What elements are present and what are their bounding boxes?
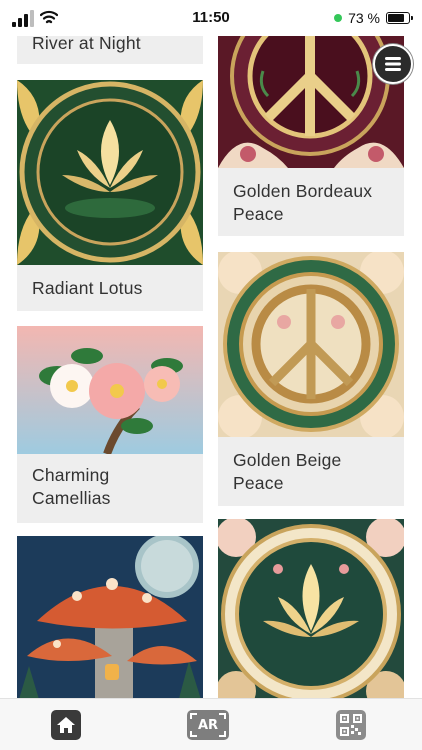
menu-icon (385, 57, 401, 71)
artwork-card[interactable] (218, 519, 404, 698)
active-indicator-dot (334, 14, 343, 22)
artwork-image (17, 536, 203, 698)
artwork-title: Radiant Lotus (32, 278, 143, 298)
bottom-tab-bar: AR (0, 698, 422, 750)
home-icon (57, 717, 75, 733)
artwork-title: River at Night (32, 36, 141, 53)
artwork-image (218, 252, 404, 437)
tab-home[interactable] (51, 710, 81, 740)
artwork-title: Golden Bordeaux Peace (233, 181, 373, 224)
status-right: 73 % (334, 9, 413, 27)
artwork-image (218, 519, 404, 698)
artwork-title: Golden Beige Peace (233, 450, 342, 493)
battery-icon (386, 12, 413, 24)
battery-percent: 73 % (348, 10, 380, 26)
menu-button[interactable] (373, 44, 413, 84)
ar-label: AR (197, 717, 219, 733)
artwork-card[interactable]: Radiant Lotus (17, 80, 203, 311)
artwork-grid: River at Night Golden Bordeaux Peace Rad… (0, 36, 422, 698)
tab-qr[interactable] (336, 710, 366, 740)
artwork-card[interactable]: Charming Camellias (17, 326, 203, 523)
artwork-image (17, 326, 203, 454)
status-bar: 11:50 73 % (0, 0, 422, 36)
tab-ar[interactable]: AR (187, 710, 229, 740)
battery-fill (388, 14, 405, 22)
artwork-title: Charming Camellias (32, 465, 111, 508)
qr-code-icon (340, 714, 362, 736)
artwork-card[interactable]: Golden Beige Peace (218, 252, 404, 506)
artwork-image (17, 80, 203, 265)
artwork-card[interactable] (17, 536, 203, 698)
screen: 11:50 73 % River at Night Golden Bordeau… (0, 0, 422, 750)
artwork-card[interactable]: River at Night (17, 36, 203, 64)
